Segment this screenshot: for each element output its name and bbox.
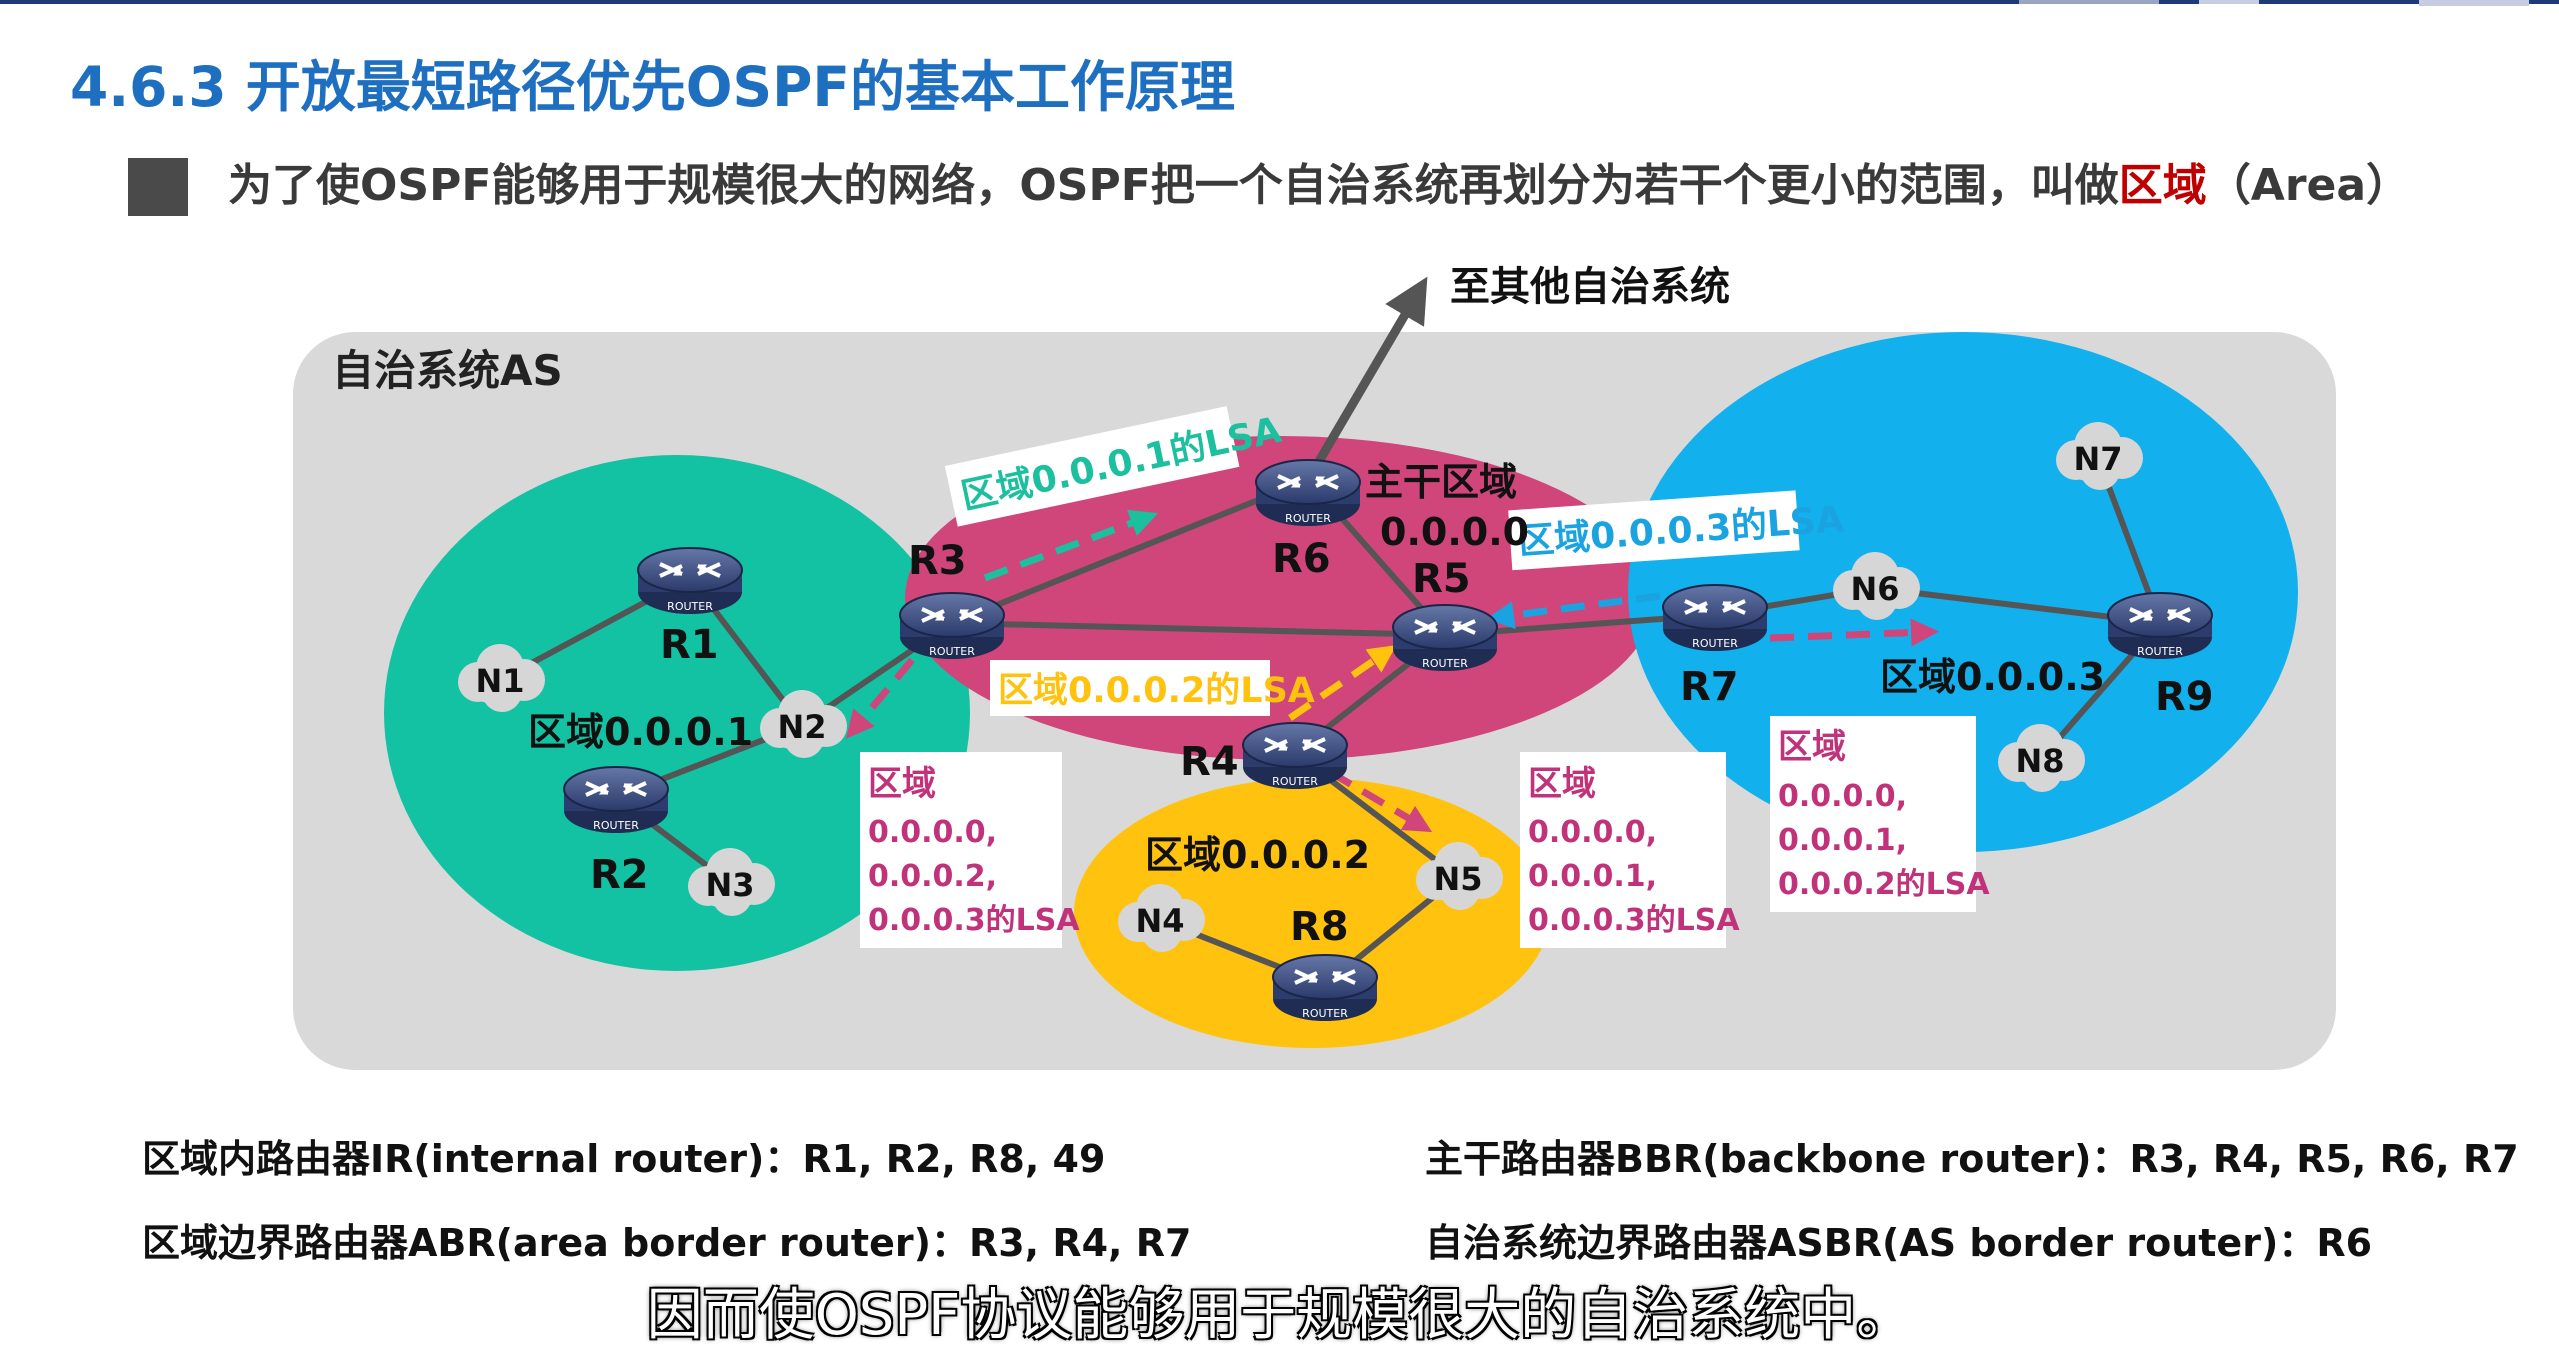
svg-text:ROUTER: ROUTER (667, 600, 713, 613)
box-area3-lsa: 区域 0.0.0.0, 0.0.0.1, 0.0.0.2的LSA (1770, 716, 1990, 912)
label-r5: R5 (1412, 556, 1471, 602)
svg-text:N6: N6 (1850, 570, 1899, 608)
label-r6: R6 (1272, 536, 1331, 582)
label-r9: R9 (2155, 674, 2214, 720)
backbone-label-line1: 主干区域 (1365, 460, 1517, 504)
svg-text:N2: N2 (777, 708, 826, 746)
router-r5: ROUTER (1391, 603, 1499, 673)
svg-text:ROUTER: ROUTER (1422, 657, 1468, 670)
def-backbone-router: 主干路由器BBR(backbone router)：R3, R4, R5, R6… (1425, 1137, 2519, 1181)
svg-text:ROUTER: ROUTER (1285, 512, 1331, 525)
svg-text:ROUTER: ROUTER (1692, 637, 1738, 650)
svg-text:区域: 区域 (1528, 764, 1596, 804)
svg-text:0.0.0.1,: 0.0.0.1, (1528, 859, 1657, 894)
svg-text:N8: N8 (2015, 742, 2064, 780)
area1-label: 区域0.0.0.1 (528, 710, 753, 754)
svg-text:ROUTER: ROUTER (593, 819, 639, 832)
svg-text:区域0.0.0.2的LSA: 区域0.0.0.2的LSA (998, 671, 1315, 711)
svg-text:区域: 区域 (1778, 727, 1846, 767)
svg-text:N3: N3 (705, 866, 754, 904)
router-r7: ROUTER (1661, 583, 1769, 653)
svg-text:0.0.0.0,: 0.0.0.0, (868, 815, 997, 850)
def-area-border-router: 区域边界路由器ABR(area border router)：R3, R4, R… (142, 1221, 1192, 1265)
svg-text:N4: N4 (1135, 902, 1184, 940)
label-r1: R1 (660, 622, 719, 668)
def-internal-router: 区域内路由器IR(internal router)：R1, R2, R8, 49 (142, 1137, 1106, 1181)
router-r4: ROUTER (1241, 721, 1349, 791)
svg-text:ROUTER: ROUTER (1302, 1007, 1348, 1020)
router-r1: ROUTER (636, 546, 744, 616)
svg-text:区域: 区域 (868, 764, 936, 804)
svg-text:0.0.0.1,: 0.0.0.1, (1778, 823, 1907, 858)
label-r8: R8 (1290, 904, 1349, 950)
svg-text:0.0.0.2的LSA: 0.0.0.2的LSA (1778, 867, 1990, 902)
svg-text:0.0.0.0,: 0.0.0.0, (1778, 779, 1907, 814)
router-r2: ROUTER (562, 765, 670, 835)
svg-text:ROUTER: ROUTER (2137, 645, 2183, 658)
lsa2-label: 区域0.0.0.2的LSA (990, 660, 1315, 716)
box-area1-lsa: 区域 0.0.0.0, 0.0.0.2, 0.0.0.3的LSA (860, 752, 1080, 948)
box-area2-lsa: 区域 0.0.0.0, 0.0.0.1, 0.0.0.3的LSA (1520, 752, 1740, 948)
svg-text:0.0.0.0,: 0.0.0.0, (1528, 815, 1657, 850)
svg-text:N5: N5 (1433, 860, 1482, 898)
area2-label: 区域0.0.0.2 (1145, 833, 1370, 877)
backbone-label-line2: 0.0.0.0 (1380, 510, 1529, 554)
ospf-area-diagram: 自治系统AS 至其他自治系统 区域0.0.0.1的LSA 区域0.0.0.2的L… (293, 264, 2336, 1070)
svg-text:N7: N7 (2073, 440, 2122, 478)
def-as-border-router: 自治系统边界路由器ASBR(AS border router)：R6 (1425, 1221, 2373, 1265)
svg-text:0.0.0.3的LSA: 0.0.0.3的LSA (868, 903, 1080, 938)
external-label: 至其他自治系统 (1450, 264, 1730, 310)
router-r3: ROUTER (898, 591, 1006, 661)
area3-label: 区域0.0.0.3 (1880, 655, 2105, 699)
router-r6: ROUTER (1254, 458, 1362, 528)
label-r2: R2 (590, 852, 649, 898)
router-r9: ROUTER (2106, 591, 2214, 661)
svg-text:N1: N1 (475, 662, 524, 700)
as-label: 自治系统AS (332, 346, 563, 395)
svg-text:0.0.0.2,: 0.0.0.2, (868, 859, 997, 894)
router-r8: ROUTER (1271, 953, 1379, 1023)
svg-text:ROUTER: ROUTER (929, 645, 975, 658)
svg-text:0.0.0.3的LSA: 0.0.0.3的LSA (1528, 903, 1740, 938)
svg-text:ROUTER: ROUTER (1272, 775, 1318, 788)
label-r4: R4 (1180, 739, 1239, 785)
video-subtitle: 因而使OSPF协议能够用于规模很大的自治系统中。 (646, 1283, 1913, 1348)
label-r3: R3 (908, 538, 967, 584)
label-r7: R7 (1680, 664, 1739, 710)
